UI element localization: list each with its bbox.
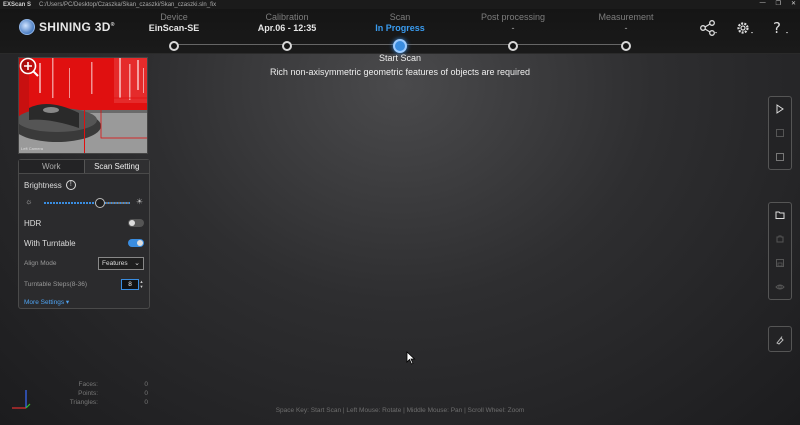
step-value: Apr.06 - 12:35 [257,23,317,33]
step-post-processing[interactable]: Post processing - [453,12,573,51]
turntable-steps-row: Turntable Steps(8-36) 8 ▲ ▼ [24,279,144,290]
step-value: - [624,23,628,33]
stat-row: Points: 0 [60,389,148,398]
brightness-label: Brightness [24,180,62,190]
stop-icon [776,153,784,161]
app-header: SHINING 3D® Device EinScan-SE Calibratio… [0,9,800,54]
logo-text: SHINING 3D [39,20,111,34]
step-scan[interactable]: Scan In Progress [340,12,460,53]
step-calibration[interactable]: Calibration Apr.06 - 12:35 [227,12,347,51]
stat-row: Triangles: 0 [60,398,148,407]
step-label: Scan [389,12,411,22]
step-device[interactable]: Device EinScan-SE [114,12,234,51]
step-node-active[interactable] [393,39,407,53]
chevron-down-icon: ⌄ [134,260,140,267]
align-mode-value: Features [102,260,128,267]
puzzle-icon [776,235,784,243]
tab-scan-setting[interactable]: Scan Setting [83,160,149,173]
gear-icon[interactable] [734,19,756,37]
help-icon[interactable]: ? [770,19,792,37]
stat-row: Faces: 0 [60,380,148,389]
align-mode-label: Align Mode [24,260,57,267]
stat-value: 0 [144,381,148,388]
panel-tabs: Work Scan Setting [19,160,149,174]
turntable-steps-label: Turntable Steps(8-36) [24,281,87,288]
window-title-bar: EXScan S C:/Users/PC/Desktop/Czaszka/Ska… [0,0,800,9]
pause-button[interactable] [769,121,791,145]
texture-button[interactable] [769,327,791,353]
maximize-button[interactable]: ❐ [776,0,781,7]
play-icon [776,104,784,114]
mesh-stats: Faces: 0 Points: 0 Triangles: 0 [60,380,148,407]
file-toolbar [768,202,792,300]
folder-icon [775,211,785,219]
scan-settings-panel: Work Scan Setting Brightness ! ☼ ☀ HDR W… [18,159,150,309]
step-node[interactable] [508,41,518,51]
step-value: - [511,23,515,33]
brightness-low-icon: ☼ [25,197,33,206]
stat-key: Faces: [78,381,98,388]
save-icon [776,259,784,267]
brightness-high-icon: ☀ [135,197,143,206]
logo-mark-icon [19,19,35,35]
step-measurement[interactable]: Measurement - [566,12,686,51]
brush-icon [776,336,784,345]
eye-icon [775,284,785,290]
stepper-arrows-icon[interactable]: ▲ ▼ [139,279,144,290]
step-label: Calibration [265,12,309,22]
view-button[interactable] [769,275,791,299]
step-label: Post processing [480,12,546,22]
stat-value: 0 [144,390,148,397]
texture-toolbar [768,326,792,352]
step-value: EinScan-SE [148,23,200,33]
turntable-toggle[interactable] [128,239,144,247]
scan-control-toolbar [768,96,792,170]
close-button[interactable]: ✕ [791,0,796,7]
share-icon[interactable] [698,19,720,37]
step-node[interactable] [169,41,179,51]
edit-button[interactable] [769,227,791,251]
step-label: Device [160,12,188,22]
svg-text:?: ? [773,20,781,36]
turntable-steps-input[interactable]: 8 [121,279,139,290]
keyboard-hint: Space Key: Start Scan | Left Mouse: Rota… [275,407,525,414]
pause-icon [776,129,784,137]
open-folder-button[interactable] [769,203,791,227]
camera-label: Left Camera [21,146,44,151]
stat-value: 0 [144,399,148,406]
align-mode-select[interactable]: Features ⌄ [98,257,144,270]
save-button[interactable] [769,251,791,275]
turntable-label: With Turntable [24,238,76,248]
more-settings-link[interactable]: More Settings ▾ [24,298,69,306]
stop-button[interactable] [769,145,791,169]
hdr-label: HDR [24,218,42,228]
mouse-cursor-icon [406,351,416,365]
hdr-toggle[interactable] [128,219,144,227]
step-node[interactable] [621,41,631,51]
stat-key: Points: [78,390,98,397]
turntable-row: With Turntable [24,238,144,248]
play-button[interactable] [769,97,791,121]
shining3d-logo: SHINING 3D® [19,19,115,35]
step-value: In Progress [375,23,425,33]
hdr-row: HDR [24,218,144,228]
step-label: Measurement [598,12,654,22]
step-node[interactable] [282,41,292,51]
app-name: EXScan S [3,1,32,8]
brightness-slider-row: ☼ ☀ [24,197,144,208]
align-mode-row: Align Mode Features ⌄ [24,257,144,270]
warning-icon[interactable]: ! [65,180,76,190]
stat-key: Triangles: [69,399,98,406]
slider-knob[interactable] [95,198,105,208]
file-path: C:/Users/PC/Desktop/Czaszka/Skan_czaszki… [39,1,217,8]
brightness-slider[interactable] [44,198,130,208]
brightness-row: Brightness ! [24,180,144,190]
minimize-button[interactable]: — [760,0,766,7]
zoom-in-icon[interactable] [18,56,40,78]
tab-work[interactable]: Work [19,160,84,173]
